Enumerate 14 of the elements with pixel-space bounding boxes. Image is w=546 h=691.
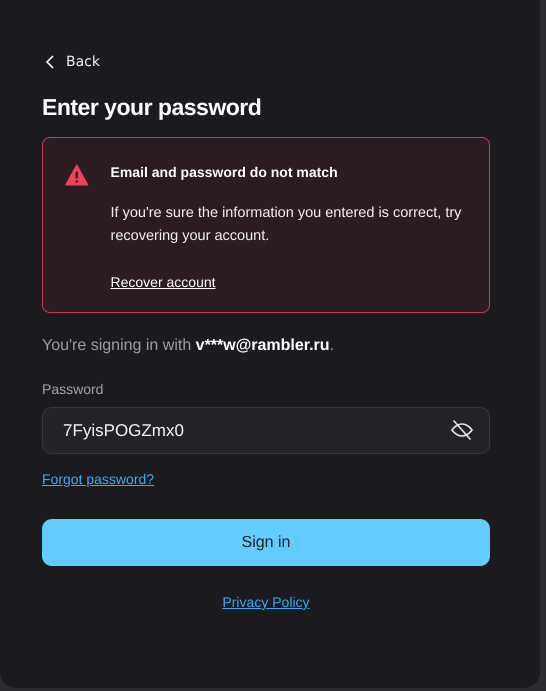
chevron-left-icon — [46, 55, 54, 69]
recover-account-link[interactable]: Recover account — [110, 274, 216, 290]
signing-in-text: You're signing in with v***w@rambler.ru. — [42, 337, 336, 355]
sign-in-button[interactable]: Sign in — [42, 519, 490, 566]
page-title: Enter your password — [42, 94, 262, 121]
alert-message: If you're sure the information you entered is correct, try recovering your account. — [110, 204, 462, 246]
back-button[interactable]: Back — [42, 52, 104, 72]
password-label: Password — [42, 381, 104, 397]
warning-icon — [65, 164, 88, 186]
privacy-policy-link[interactable]: Privacy Policy — [222, 594, 310, 610]
password-field[interactable]: 7FyisPOGZmx0 — [42, 407, 490, 454]
forgot-password-link[interactable]: Forgot password? — [42, 471, 154, 487]
alert-title: Email and password do not match — [110, 164, 339, 180]
eye-off-icon[interactable] — [450, 418, 474, 442]
